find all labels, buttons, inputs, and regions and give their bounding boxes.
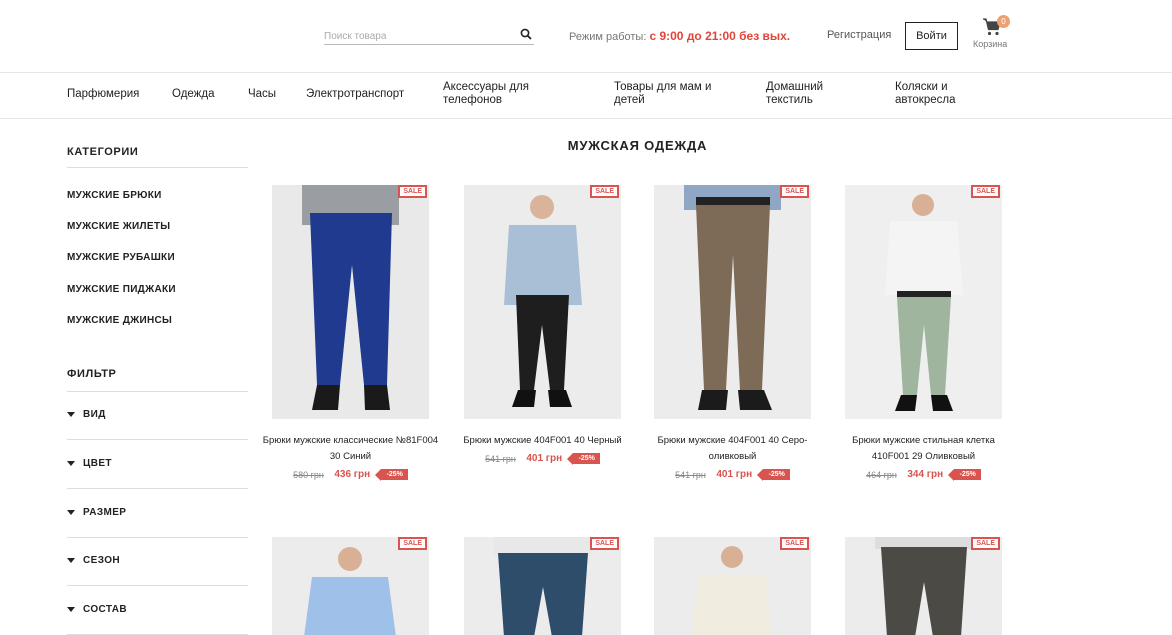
nav-item-mom-kids[interactable]: Товары для мам и детей [614,81,734,107]
category-mens-shirts[interactable]: МУЖСКИЕ РУБАШКИ [67,252,175,263]
caret-down-icon [67,607,75,612]
nav-item-home-textile[interactable]: Домашний текстиль [766,81,846,107]
categories-heading: КАТЕГОРИИ [67,146,139,158]
product-image[interactable]: SALE [464,537,621,635]
nav-item-clothes[interactable]: Одежда [172,88,214,101]
filter-label: РАЗМЕР [83,507,127,518]
product-name[interactable]: Брюки мужские классические №81F004 30 Си… [262,433,439,465]
filter-label: ЦВЕТ [83,458,112,469]
discount-tag: -25% [566,453,600,466]
login-button[interactable]: Войти [905,22,958,50]
product-image[interactable]: SALE [654,185,811,419]
filter-heading: ФИЛЬТР [67,368,117,380]
hours-label: Режим работы: [569,31,647,43]
nav-item-phone-accessories[interactable]: Аксессуары для телефонов [443,81,573,107]
filter-label: СЕЗОН [83,555,121,566]
product-image[interactable]: SALE [845,537,1002,635]
page-title: МУЖСКАЯ ОДЕЖДА [567,138,708,153]
product-image[interactable]: SALE [272,537,429,635]
old-price: 541 грн [675,469,706,480]
nav-item-watches[interactable]: Часы [248,88,276,101]
model-shirt [885,221,963,295]
filter-type[interactable]: ВИД [67,392,248,440]
caret-down-icon [67,510,75,515]
working-hours: Режим работы: с 9:00 до 21:00 без вых. [569,29,790,43]
caret-down-icon [67,412,75,417]
sale-badge: SALE [590,537,619,550]
product-name[interactable]: Брюки мужские 404F001 40 Серо-оливковый [644,433,821,465]
filter-color[interactable]: ЦВЕТ [67,441,248,489]
filter-composition[interactable]: СОСТАВ [67,587,248,635]
search-icon[interactable] [520,28,532,40]
model-shirt [494,537,591,555]
model-shirt [304,577,396,635]
category-mens-jeans[interactable]: МУЖСКИЕ ДЖИНСЫ [67,315,172,326]
sale-badge: SALE [398,537,427,550]
current-price: 401 грн [716,469,753,481]
search-input[interactable] [324,27,509,46]
nav-item-electric-transport[interactable]: Электротранспорт [306,88,404,101]
search-box [324,26,534,46]
sale-badge: SALE [780,185,809,198]
product-image[interactable]: SALE [272,185,429,419]
filter-label: ВИД [83,409,106,420]
product-image[interactable]: SALE [654,537,811,635]
filter-season[interactable]: СЕЗОН [67,538,248,586]
main-nav: Парфюмерия Одежда Часы Электротранспорт … [0,72,1172,119]
nav-item-strollers[interactable]: Коляски и автокресла [895,81,985,107]
sale-badge: SALE [971,185,1000,198]
header: Режим работы: с 9:00 до 21:00 без вых. Р… [0,0,1172,72]
old-price: 580 грн [293,469,324,480]
category-mens-vests[interactable]: МУЖСКИЕ ЖИЛЕТЫ [67,221,170,232]
product-image[interactable]: SALE [464,185,621,419]
product-name[interactable]: Брюки мужские 404F001 40 Черный [454,433,631,449]
product-prices: 464 грн 344 грн -25% [845,466,1002,482]
sale-badge: SALE [398,185,427,198]
category-mens-jackets[interactable]: МУЖСКИЕ ПИДЖАКИ [67,284,176,295]
register-link[interactable]: Регистрация [827,29,891,41]
sale-badge: SALE [971,537,1000,550]
current-price: 436 грн [334,469,371,481]
discount-tag: -25% [947,469,981,482]
sale-badge: SALE [590,185,619,198]
product-prices: 541 грн 401 грн -25% [464,450,621,466]
old-price: 464 грн [866,469,897,480]
current-price: 344 грн [907,469,944,481]
product-name[interactable]: Брюки мужские стильная клетка 410F001 29… [835,433,1012,465]
filter-label: СОСТАВ [83,604,128,615]
product-prices: 580 грн 436 грн -25% [272,466,429,482]
model-shirt [692,575,772,635]
model-shirt [504,225,582,305]
filter-size[interactable]: РАЗМЕР [67,490,248,538]
product-image[interactable]: SALE [845,185,1002,419]
nav-item-perfume[interactable]: Парфюмерия [67,88,139,101]
divider [67,167,248,168]
cart-button[interactable]: 0 Корзина [972,15,1014,55]
old-price: 541 грн [485,453,516,464]
discount-tag: -25% [374,469,408,482]
caret-down-icon [67,461,75,466]
hours-value: с 9:00 до 21:00 без вых. [649,29,791,43]
discount-tag: -25% [756,469,790,482]
cart-count-badge: 0 [997,15,1010,28]
product-prices: 541 грн 401 грн -25% [654,466,811,482]
current-price: 401 грн [526,453,563,465]
caret-down-icon [67,558,75,563]
category-mens-trousers[interactable]: МУЖСКИЕ БРЮКИ [67,190,162,201]
sale-badge: SALE [780,537,809,550]
cart-label: Корзина [973,39,1008,49]
